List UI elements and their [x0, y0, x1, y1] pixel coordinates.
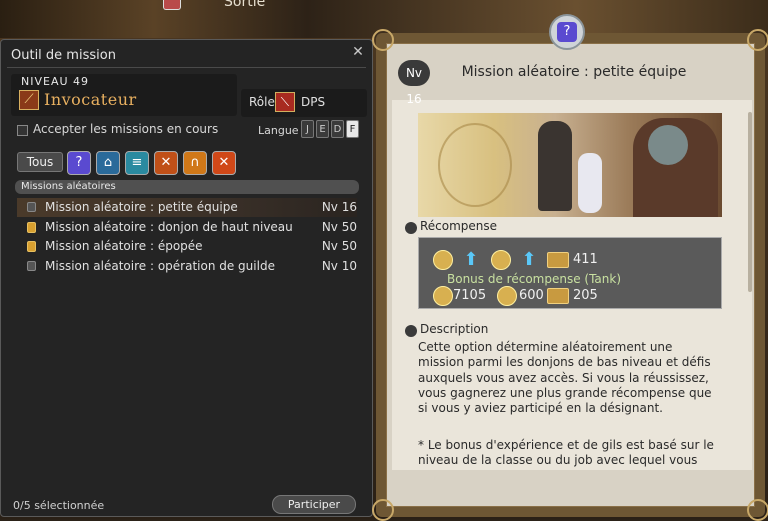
duty-name: Mission aléatoire : épopée [45, 239, 203, 253]
section-label: Missions aléatoires [21, 181, 116, 192]
gil-icon [497, 286, 517, 306]
tomestone-icon [547, 252, 569, 268]
ornament-icon [747, 499, 768, 521]
job-name: Invocateur [44, 90, 137, 109]
summoner-job-icon: ⟋ [19, 90, 39, 110]
duty-row[interactable]: Mission aléatoire : opération de guilde … [17, 257, 357, 276]
description-heading: Description [420, 322, 489, 336]
duty-finder-panel: Outil de mission ✕ NIVEAU 49 ⟋ Invocateu… [0, 39, 373, 517]
ticket-value: 411 [573, 252, 598, 267]
accept-checkbox[interactable] [17, 125, 28, 136]
roulette-category-icon[interactable]: ? [67, 151, 91, 175]
language-j-button[interactable]: J [301, 120, 314, 138]
duty-name: Mission aléatoire : donjon de haut nivea… [45, 220, 293, 234]
exit-icon [163, 0, 181, 10]
map-illustration [438, 123, 512, 207]
lock-icon [27, 241, 36, 252]
reward-icon [405, 222, 417, 234]
description-note: * Le bonus d'expérience et de gils est b… [418, 438, 714, 468]
duty-level: Nv 50 [321, 239, 357, 253]
bonus-arrow-icon: ⬆ [521, 249, 537, 270]
level-badge: Nv 16 [398, 60, 430, 106]
level-label: NIVEAU 49 [21, 75, 90, 88]
description-icon [405, 325, 417, 337]
trial-category-icon[interactable]: ✕ [154, 151, 178, 175]
duty-title: Mission aléatoire : petite équipe [461, 64, 687, 80]
language-label: Langue [258, 124, 299, 137]
divider [7, 67, 366, 68]
settings-cross-icon[interactable]: ✕ [350, 44, 366, 60]
join-button[interactable]: Participer [272, 495, 356, 514]
character-head [648, 125, 688, 165]
all-filter-button[interactable]: Tous [17, 152, 63, 172]
dungeon-category-icon[interactable]: ⌂ [96, 151, 120, 175]
pvp-category-icon[interactable]: ✕ [212, 151, 236, 175]
duty-name: Mission aléatoire : opération de guilde [45, 259, 275, 273]
duty-row[interactable]: Mission aléatoire : épopée Nv 50 [17, 237, 357, 256]
dps-role-icon: ⟍ [275, 92, 295, 112]
raid-category-icon[interactable]: ∩ [183, 151, 207, 175]
experience-value: 7105 [453, 288, 487, 303]
bonus-arrow-icon: ⬆ [463, 249, 479, 270]
role-info: Rôle ⟍ DPS [241, 89, 367, 117]
panel-title: Outil de mission [11, 48, 116, 63]
guildhest-category-icon[interactable]: ≡ [125, 151, 149, 175]
ornament-icon [372, 29, 394, 51]
experience-icon [433, 250, 453, 270]
roulette-section-header[interactable]: Missions aléatoires [15, 180, 359, 194]
duty-row[interactable]: Mission aléatoire : petite équipe Nv 16 [17, 198, 357, 217]
character-figure [538, 121, 572, 211]
duty-row[interactable]: Mission aléatoire : donjon de haut nivea… [17, 218, 357, 237]
scrollbar[interactable] [748, 112, 752, 292]
gil-icon [491, 250, 511, 270]
duty-level: Nv 50 [321, 220, 357, 234]
role-value: DPS [301, 95, 326, 109]
duty-banner-image [418, 113, 722, 217]
character-figure [578, 153, 602, 213]
selected-count: 0/5 sélectionnée [13, 499, 105, 512]
job-info: NIVEAU 49 ⟋ Invocateur [11, 74, 237, 116]
language-f-button[interactable]: F [346, 120, 359, 138]
question-icon: ? [557, 22, 577, 42]
ornament-icon [747, 29, 768, 51]
exit-label: Sortie [224, 0, 266, 10]
lock-icon [27, 222, 36, 233]
bonus-label: Bonus de récompense (Tank) [447, 272, 622, 286]
description-text: Cette option détermine aléatoirement une… [418, 340, 712, 416]
duty-level: Nv 16 [321, 200, 357, 214]
tomestone-value: 205 [573, 288, 598, 303]
tomestone-icon [547, 288, 569, 304]
checkbox-icon[interactable] [27, 261, 36, 271]
reward-box: ⬆ ⬆ 411 Bonus de récompense (Tank) 7105 … [418, 237, 722, 309]
checkbox-icon[interactable] [27, 202, 36, 212]
roulette-emblem-icon: ? [549, 14, 585, 50]
ornament-icon [372, 499, 394, 521]
role-label: Rôle [249, 95, 275, 109]
language-d-button[interactable]: D [331, 120, 344, 138]
experience-icon [433, 286, 453, 306]
duty-name: Mission aléatoire : petite équipe [45, 200, 238, 214]
duty-level: Nv 10 [321, 259, 357, 273]
reward-heading: Récompense [420, 219, 498, 233]
accept-checkbox-label: Accepter les missions en cours [33, 122, 219, 136]
language-e-button[interactable]: E [316, 120, 329, 138]
gil-value: 600 [519, 288, 544, 303]
